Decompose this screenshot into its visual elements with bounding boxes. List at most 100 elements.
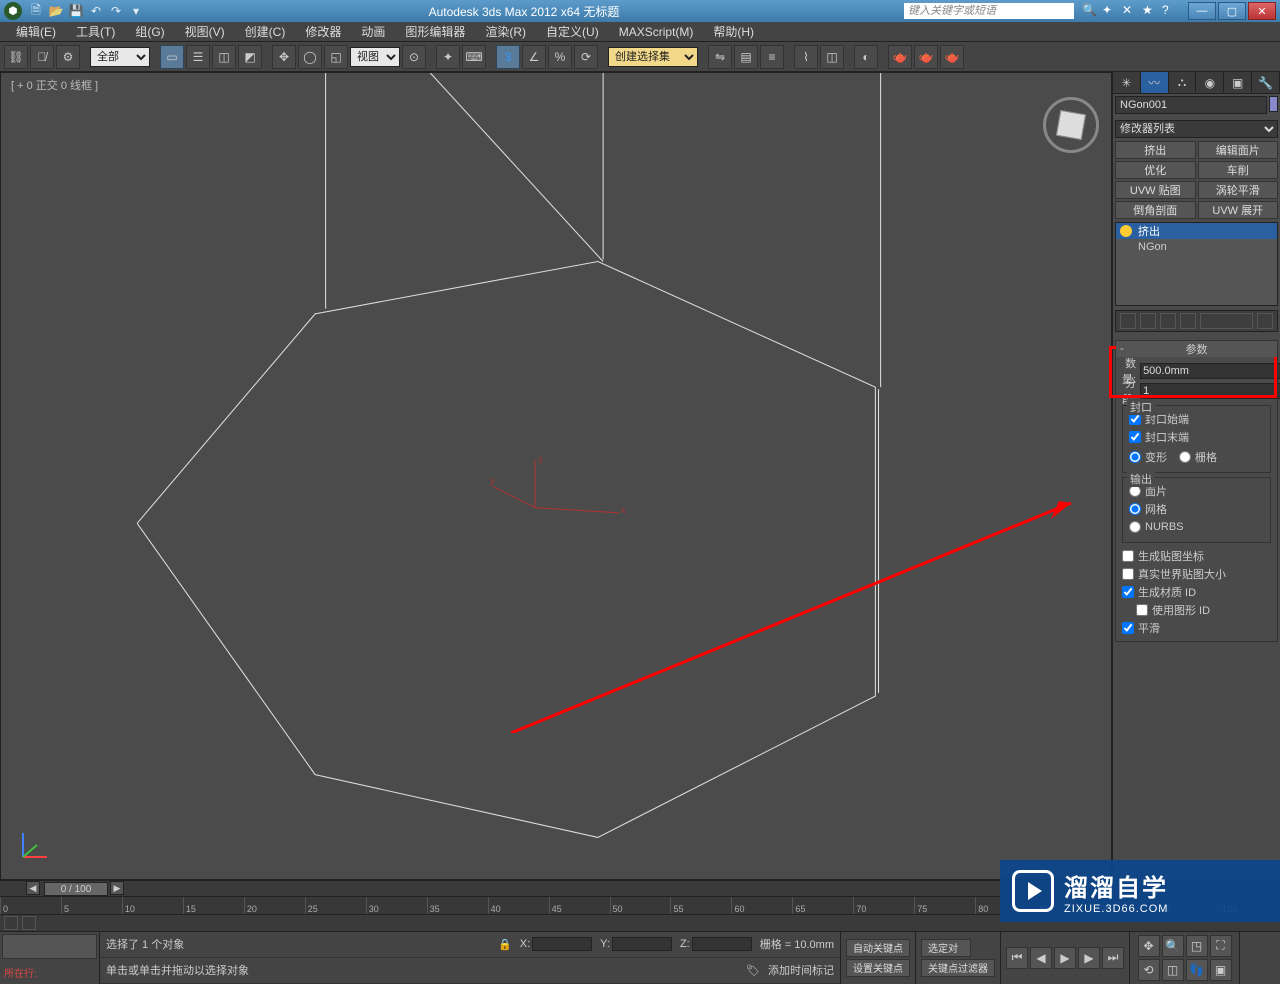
angle-snap-icon[interactable]: ∠: [522, 45, 546, 69]
move-icon[interactable]: ✥: [272, 45, 296, 69]
nurbs-radio[interactable]: [1129, 521, 1141, 533]
spinner-snap-icon[interactable]: ⟳: [574, 45, 598, 69]
minmax-icon[interactable]: ▣: [1210, 959, 1232, 981]
rollout-header[interactable]: -参数: [1116, 341, 1277, 357]
btn-uvwunwrap[interactable]: UVW 展开: [1198, 201, 1279, 219]
menu-group[interactable]: 组(G): [125, 21, 174, 42]
goto-start-icon[interactable]: ⏮: [1006, 947, 1028, 969]
utilities-tab-icon[interactable]: 🔧: [1252, 72, 1280, 93]
search-icon[interactable]: 🔍: [1082, 3, 1098, 19]
keyboard-icon[interactable]: ⌨: [462, 45, 486, 69]
zoom-icon[interactable]: 🔍: [1162, 935, 1184, 957]
viewport[interactable]: [ + 0 正交 0 线框 ] y z x: [0, 72, 1112, 880]
percent-snap-icon[interactable]: %: [548, 45, 572, 69]
scale-icon[interactable]: ◱: [324, 45, 348, 69]
object-color-swatch[interactable]: [1269, 96, 1278, 112]
pivot-icon[interactable]: ⊙: [402, 45, 426, 69]
window-crossing-icon[interactable]: ◩: [238, 45, 262, 69]
hierarchy-tab-icon[interactable]: ⛬: [1169, 72, 1197, 93]
object-name-input[interactable]: [1115, 96, 1267, 114]
menu-maxscript[interactable]: MAXScript(M): [609, 23, 704, 41]
x-coord-input[interactable]: [532, 937, 592, 951]
rotate-icon[interactable]: ◯: [298, 45, 322, 69]
exchange-icon[interactable]: ✕: [1122, 3, 1138, 19]
fov-icon[interactable]: ◳: [1186, 935, 1208, 957]
new-icon[interactable]: 🗎: [28, 3, 44, 19]
morph-radio[interactable]: [1129, 451, 1141, 463]
unique-icon[interactable]: [1160, 313, 1176, 329]
play-icon[interactable]: ▶: [1054, 947, 1076, 969]
motion-tab-icon[interactable]: ◉: [1196, 72, 1224, 93]
btn-lathe[interactable]: 车削: [1198, 161, 1279, 179]
amount-spinner[interactable]: ▲▼: [1140, 363, 1280, 379]
pin-stack-icon[interactable]: [1120, 313, 1136, 329]
btn-turbosmooth[interactable]: 涡轮平滑: [1198, 181, 1279, 199]
real-world-checkbox[interactable]: [1122, 568, 1134, 580]
gen-map-checkbox[interactable]: [1122, 550, 1134, 562]
menu-rendering[interactable]: 渲染(R): [475, 21, 536, 42]
y-coord-input[interactable]: [612, 937, 672, 951]
close-button[interactable]: ✕: [1248, 2, 1276, 20]
prev-key-icon[interactable]: ◀: [1030, 947, 1052, 969]
favorite-icon[interactable]: ★: [1142, 3, 1158, 19]
menu-modifiers[interactable]: 修改器: [295, 21, 351, 42]
mesh-radio[interactable]: [1129, 503, 1141, 515]
cap-end-checkbox[interactable]: [1129, 431, 1141, 443]
menu-help[interactable]: 帮助(H): [703, 21, 764, 42]
select-region-icon[interactable]: ◫: [212, 45, 236, 69]
help-icon[interactable]: ?: [1162, 3, 1178, 19]
select-name-icon[interactable]: ☰: [186, 45, 210, 69]
bulb-icon[interactable]: [1120, 225, 1132, 237]
show-end-icon[interactable]: [1140, 313, 1156, 329]
display-tab-icon[interactable]: ▣: [1224, 72, 1252, 93]
menu-create[interactable]: 创建(C): [235, 21, 296, 42]
key-selected-dropdown[interactable]: 选定对: [921, 939, 971, 957]
btn-extrude[interactable]: 挤出: [1115, 141, 1196, 159]
auto-key-button[interactable]: 自动关键点: [846, 939, 910, 957]
next-key-icon[interactable]: ▶: [1078, 947, 1100, 969]
render-frame-icon[interactable]: 🫖: [914, 45, 938, 69]
minimize-button[interactable]: —: [1188, 2, 1216, 20]
selection-filter-dropdown[interactable]: 全部: [90, 47, 150, 67]
walk-icon[interactable]: 👣: [1186, 959, 1208, 981]
material-editor-icon[interactable]: ◐: [854, 45, 878, 69]
subscription-icon[interactable]: ✦: [1102, 3, 1118, 19]
btn-bevelprofile[interactable]: 倒角剖面: [1115, 201, 1196, 219]
unlink-icon[interactable]: ⛓̸: [30, 45, 54, 69]
qat-dropdown-icon[interactable]: ▾: [128, 3, 144, 19]
ref-coord-dropdown[interactable]: 视图: [350, 47, 400, 67]
modify-tab-icon[interactable]: 〰: [1141, 72, 1169, 93]
btn-optimize[interactable]: 优化: [1115, 161, 1196, 179]
btn-uvwmap[interactable]: UVW 贴图: [1115, 181, 1196, 199]
bind-icon[interactable]: ⚙: [56, 45, 80, 69]
zoom-ext-icon[interactable]: ⛶: [1210, 935, 1232, 957]
menu-grapheditors[interactable]: 图形编辑器: [395, 21, 475, 42]
redo-icon[interactable]: ↷: [108, 3, 124, 19]
menu-views[interactable]: 视图(V): [175, 21, 235, 42]
prev-frame-icon[interactable]: ◀: [26, 881, 40, 895]
menu-customize[interactable]: 自定义(U): [536, 21, 609, 42]
btn-editpatch[interactable]: 编辑面片: [1198, 141, 1279, 159]
time-slider-handle[interactable]: 0 / 100: [44, 882, 108, 896]
menu-tools[interactable]: 工具(T): [66, 21, 125, 42]
link-icon[interactable]: ⛓: [4, 45, 28, 69]
configure-sets-icon[interactable]: [1257, 313, 1273, 329]
undo-icon[interactable]: ↶: [88, 3, 104, 19]
menu-animation[interactable]: 动画: [351, 21, 395, 42]
help-search-input[interactable]: 键入关键字或短语: [904, 3, 1074, 19]
orbit-icon[interactable]: ⟲: [1138, 959, 1160, 981]
maximize-button[interactable]: ▢: [1218, 2, 1246, 20]
stack-item-ngon[interactable]: NGon: [1116, 239, 1277, 255]
layers-icon[interactable]: ≡: [760, 45, 784, 69]
segs-spinner[interactable]: ▲▼: [1140, 383, 1280, 399]
named-selection-dropdown[interactable]: 创建选择集: [608, 47, 698, 67]
next-frame-icon[interactable]: ▶: [110, 881, 124, 895]
pan-icon[interactable]: ✥: [1138, 935, 1160, 957]
schematic-icon[interactable]: ◫: [820, 45, 844, 69]
open-icon[interactable]: 📂: [48, 3, 64, 19]
modifier-stack[interactable]: 挤出 NGon: [1115, 222, 1278, 306]
curve-editor-icon[interactable]: ⌇: [794, 45, 818, 69]
render-icon[interactable]: 🫖: [940, 45, 964, 69]
mirror-icon[interactable]: ⇋: [708, 45, 732, 69]
lock-icon[interactable]: 🔒: [498, 938, 512, 951]
